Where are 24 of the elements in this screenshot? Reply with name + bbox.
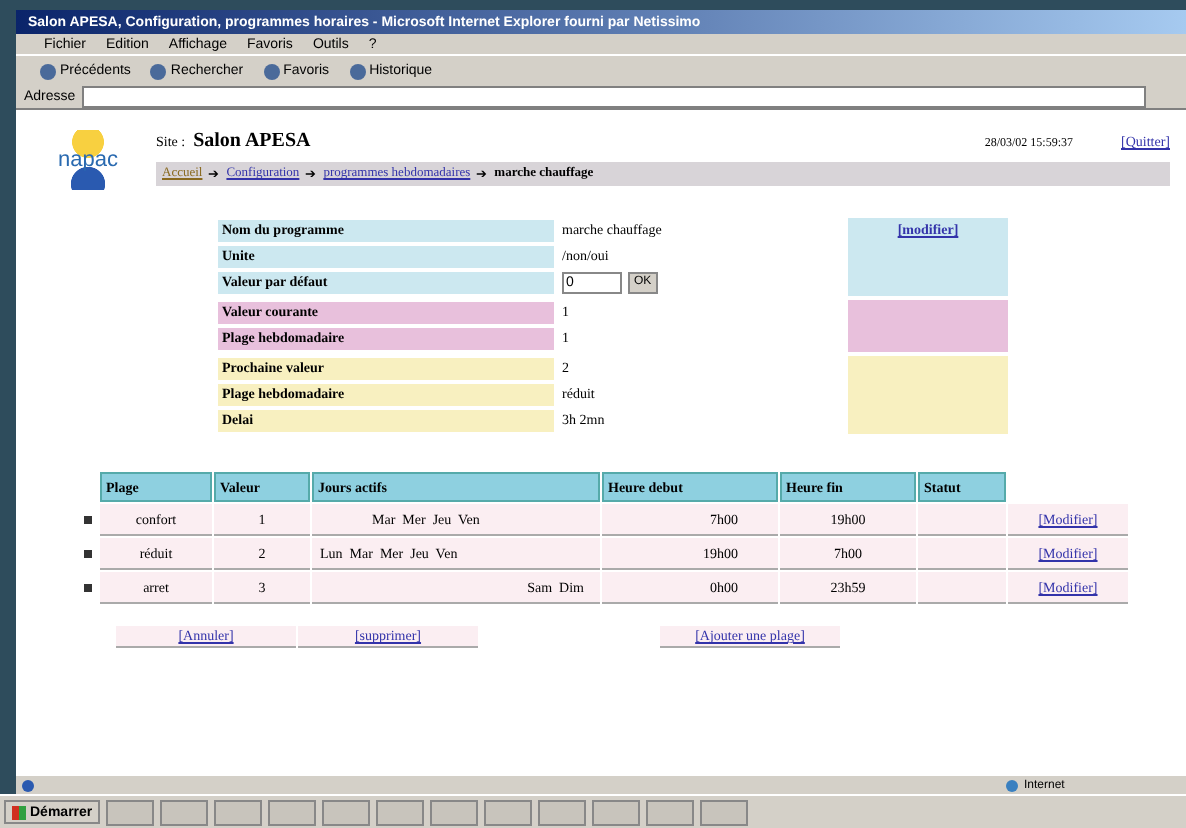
toolbar-icon: [349, 63, 366, 79]
bullet-icon: [84, 584, 92, 592]
taskbar-button[interactable]: [538, 799, 587, 825]
taskbar-button[interactable]: [592, 799, 641, 825]
toolbar-icon: [40, 63, 56, 79]
taskbar-button[interactable]: [646, 799, 695, 825]
bullet-icon: [84, 550, 92, 558]
address-field[interactable]: [81, 86, 1146, 108]
taskbar-button[interactable]: [700, 799, 749, 825]
taskbar-button[interactable]: [322, 799, 371, 825]
taskbar-button[interactable]: [484, 799, 533, 825]
page-icon: [22, 780, 34, 792]
taskbar-button[interactable]: [268, 799, 317, 825]
site-name: Salon APESA: [193, 130, 311, 152]
toolbar-icon: [263, 63, 280, 79]
taskbar-button[interactable]: [106, 799, 155, 825]
taskbar-button[interactable]: [214, 799, 263, 825]
bullet-icon: [84, 516, 92, 524]
taskbar-button[interactable]: [376, 799, 425, 825]
taskbar-button[interactable]: [160, 799, 209, 825]
globe-icon: [1006, 780, 1018, 792]
taskbar-button[interactable]: [430, 799, 479, 825]
toolbar-icon: [150, 63, 167, 79]
windows-flag-icon: [12, 805, 26, 819]
